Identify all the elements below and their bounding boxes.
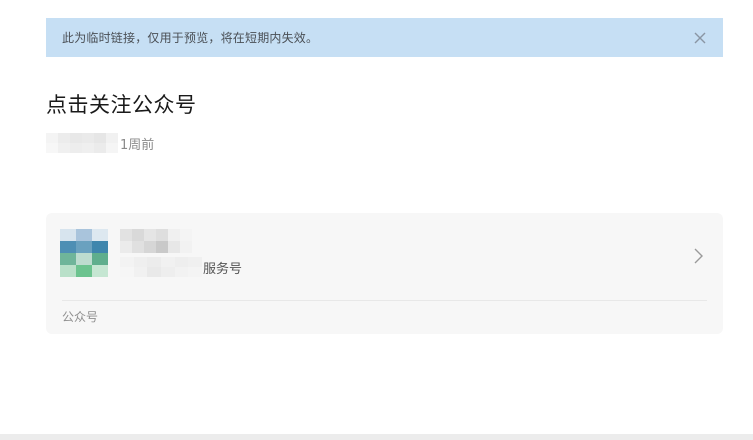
account-type: 服务号 [203,261,243,277]
account-name-blurred [120,229,192,253]
bottom-edge [0,434,753,440]
article-title: 点击关注公众号 [46,93,197,117]
article-meta: 1周前 [46,133,154,153]
account-id-blurred [120,257,202,277]
temporary-link-notice: 此为临时链接，仅用于预览，将在短期内失效。 [46,18,723,57]
notice-text: 此为临时链接，仅用于预览，将在短期内失效。 [62,31,319,45]
account-avatar [60,229,108,277]
account-subtitle: 服务号 [120,257,242,277]
card-divider [62,300,707,301]
close-icon[interactable] [693,31,707,45]
chevron-right-icon[interactable] [693,247,705,269]
author-name-blurred [46,133,118,153]
card-footer-label: 公众号 [62,310,99,324]
preview-page: 此为临时链接，仅用于预览，将在短期内失效。 点击关注公众号 1周前 服务号 公众… [0,0,753,440]
official-account-card[interactable]: 服务号 公众号 [46,213,723,334]
publish-time: 1周前 [120,137,155,153]
